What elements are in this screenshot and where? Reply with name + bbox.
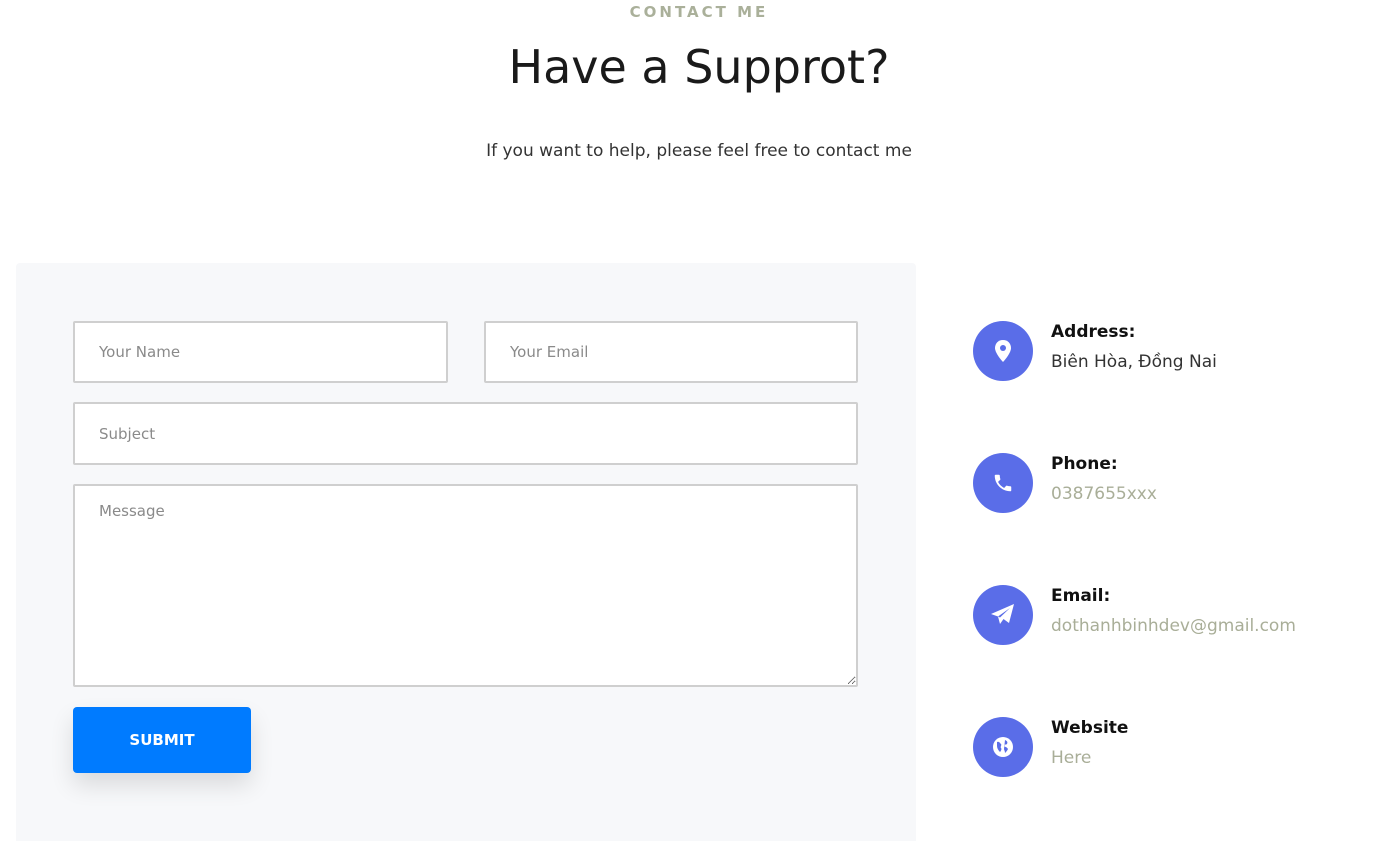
contact-section: CONTACT ME Have a Supprot? If you want t… (0, 0, 1374, 841)
name-input[interactable] (73, 321, 448, 383)
map-marker-icon (973, 321, 1033, 381)
globe-icon (973, 717, 1033, 777)
email-value[interactable]: dothanhbinhdev@gmail.com (1051, 616, 1296, 636)
email-label: Email: (1051, 586, 1111, 606)
message-textarea[interactable] (73, 484, 858, 687)
phone-icon (973, 453, 1033, 513)
page-title: Have a Supprot? (508, 40, 890, 94)
paper-plane-icon (973, 585, 1033, 645)
website-label: Website (1051, 718, 1129, 738)
phone-value[interactable]: 0387655xxx (1051, 484, 1157, 504)
address-value: Biên Hòa, Đồng Nai (1051, 352, 1217, 372)
email-input[interactable] (484, 321, 858, 383)
contact-info-address: Address: Biên Hòa, Đồng Nai (973, 321, 1373, 383)
contact-form: SUBMIT (16, 263, 916, 841)
address-label: Address: (1051, 322, 1136, 342)
subject-input[interactable] (73, 402, 858, 465)
contact-info-email: Email: dothanhbinhdev@gmail.com (973, 585, 1373, 647)
contact-info-website: Website Here (973, 717, 1373, 779)
phone-label: Phone: (1051, 454, 1118, 474)
page-subtitle: If you want to help, please feel free to… (486, 141, 912, 161)
submit-button[interactable]: SUBMIT (73, 707, 251, 773)
section-eyebrow: CONTACT ME (629, 3, 769, 21)
website-link[interactable]: Here (1051, 748, 1091, 768)
contact-info-phone: Phone: 0387655xxx (973, 453, 1373, 515)
